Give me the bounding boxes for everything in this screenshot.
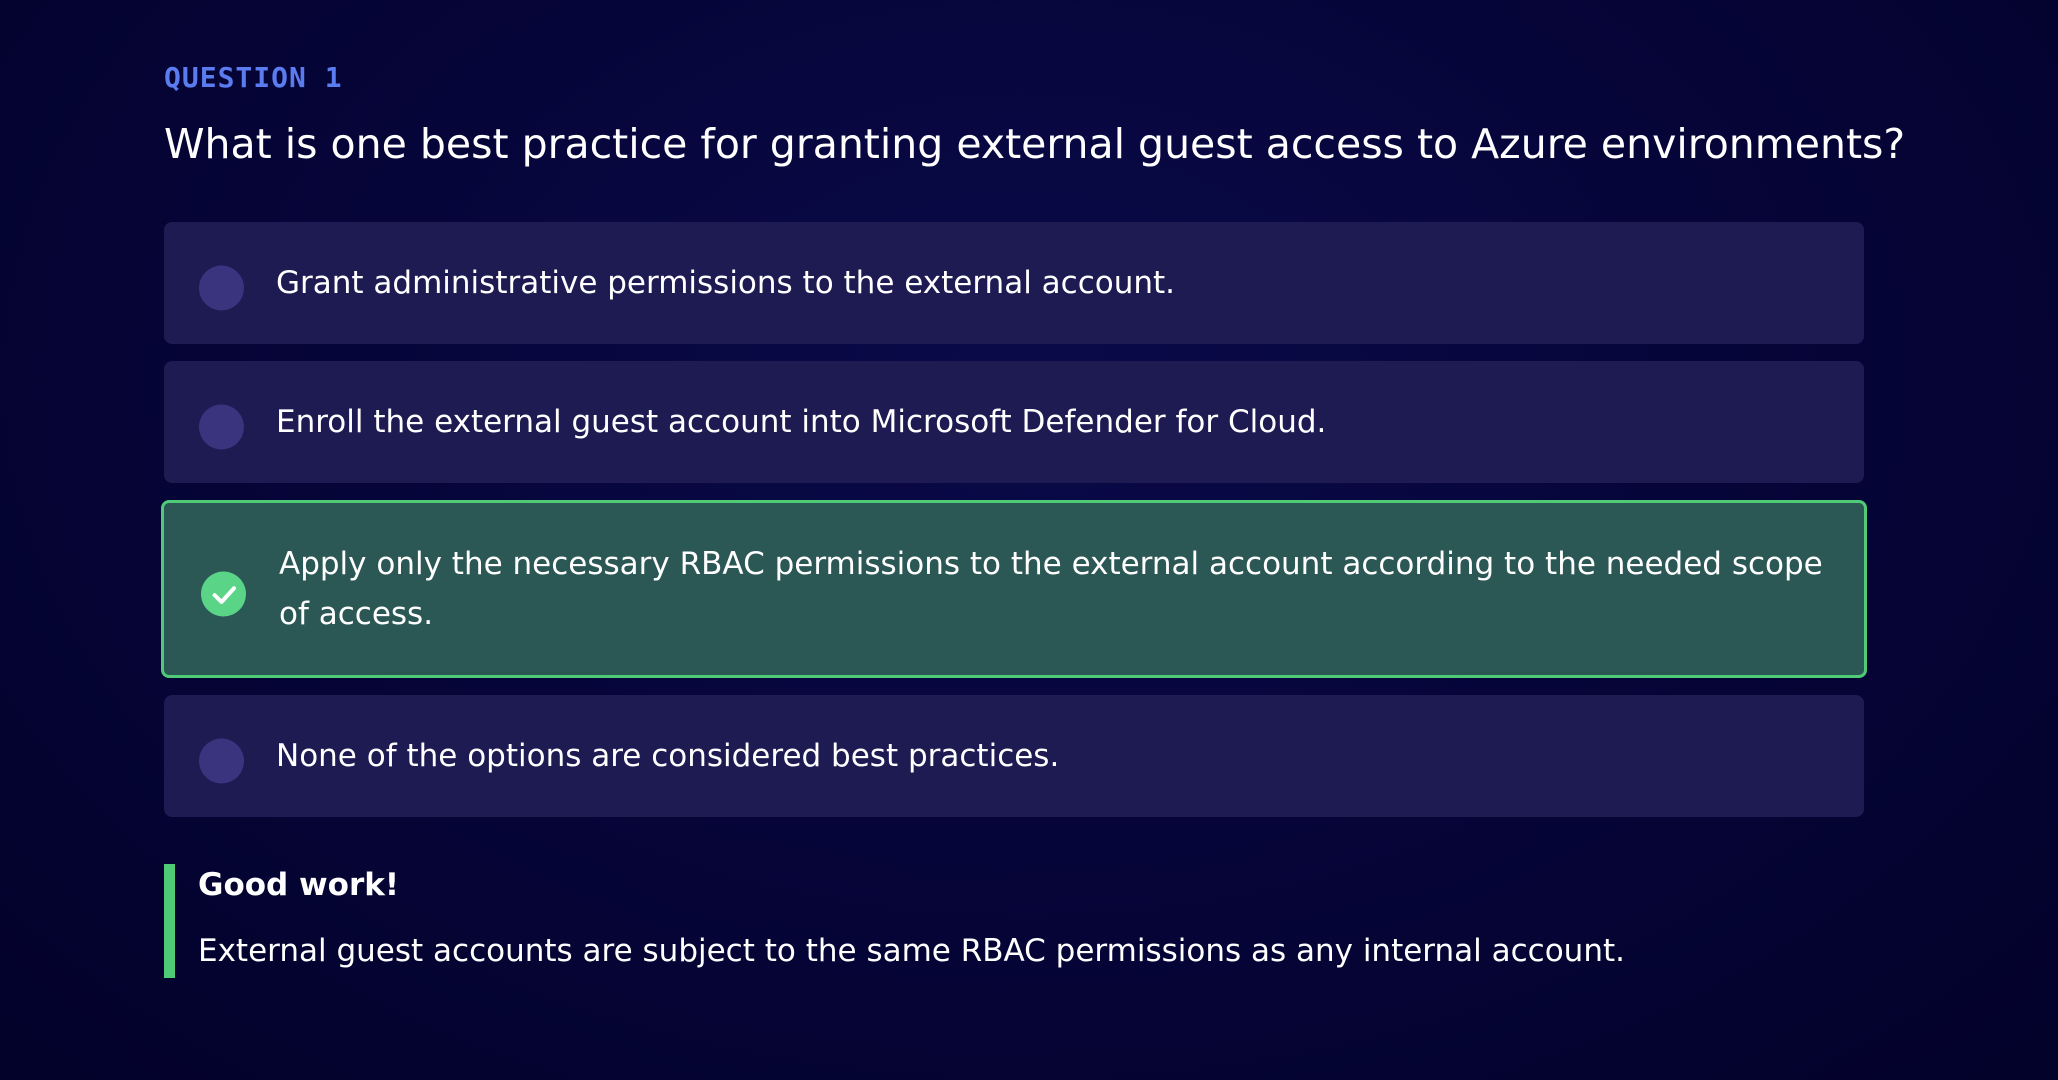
answer-option-label: Apply only the necessary RBAC permission… [279,546,1823,632]
answer-option-1[interactable]: Grant administrative permissions to the … [164,222,1864,344]
question-text: What is one best practice for granting e… [164,120,1906,168]
question-number-label: QUESTION 1 [164,61,343,94]
answer-option-label: Enroll the external guest account into M… [276,404,1327,440]
checkmark-icon[interactable] [201,571,246,617]
answer-option-label: Grant administrative permissions to the … [276,265,1176,301]
feedback-panel: Good work! External guest accounts are s… [164,864,1864,978]
radio-icon[interactable] [199,265,244,311]
quiz-container: QUESTION 1 What is one best practice for… [161,60,1906,978]
feedback-explanation: External guest accounts are subject to t… [198,933,1625,969]
answer-option-2[interactable]: Enroll the external guest account into M… [164,361,1864,483]
feedback-title: Good work! [198,867,400,903]
answer-option-label: None of the options are considered best … [276,738,1060,774]
answer-options: Grant administrative permissions to the … [161,222,1867,817]
answer-option-3-correct[interactable]: Apply only the necessary RBAC permission… [161,500,1867,678]
radio-icon[interactable] [199,404,244,450]
radio-icon[interactable] [199,738,244,784]
answer-option-4[interactable]: None of the options are considered best … [164,695,1864,817]
checkmark-glyph [212,585,236,604]
